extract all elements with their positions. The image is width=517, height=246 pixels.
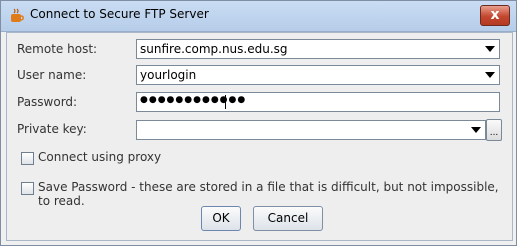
text-caret bbox=[225, 95, 226, 109]
close-icon: x bbox=[490, 7, 500, 23]
ok-button[interactable]: OK bbox=[201, 206, 241, 231]
remote-host-combobox[interactable]: sunfire.comp.nus.edu.sg bbox=[136, 39, 500, 59]
dialog-window: Connect to Secure FTP Server x Remote ho… bbox=[0, 0, 517, 246]
password-mask: ●●●●●●●●●●●● bbox=[140, 95, 247, 105]
cancel-button[interactable]: Cancel bbox=[253, 206, 323, 231]
proxy-checkbox[interactable] bbox=[21, 152, 34, 165]
remote-host-label: Remote host: bbox=[17, 42, 98, 56]
user-name-combobox[interactable]: yourlogin bbox=[136, 65, 500, 85]
dialog-content: Remote host: sunfire.comp.nus.edu.sg Use… bbox=[6, 32, 513, 241]
chevron-down-icon[interactable] bbox=[471, 127, 481, 133]
user-name-label: User name: bbox=[17, 68, 87, 82]
password-label: Password: bbox=[17, 95, 78, 109]
title-bar[interactable]: Connect to Secure FTP Server x bbox=[1, 1, 516, 32]
window-title: Connect to Secure FTP Server bbox=[30, 7, 209, 21]
user-name-value: yourlogin bbox=[140, 68, 197, 82]
java-app-icon bbox=[11, 8, 24, 22]
chevron-down-icon[interactable] bbox=[485, 46, 495, 52]
save-password-checkbox[interactable] bbox=[21, 182, 34, 195]
close-button[interactable]: x bbox=[480, 5, 510, 26]
password-field[interactable]: ●●●●●●●●●●●● bbox=[136, 92, 500, 112]
private-key-label: Private key: bbox=[17, 122, 87, 136]
chevron-down-icon[interactable] bbox=[485, 72, 495, 78]
remote-host-value: sunfire.comp.nus.edu.sg bbox=[140, 42, 288, 56]
save-password-checkbox-label[interactable]: Save Password - these are stored in a fi… bbox=[38, 180, 512, 208]
browse-label: ... bbox=[489, 128, 499, 138]
browse-button[interactable]: ... bbox=[486, 119, 502, 141]
proxy-checkbox-label[interactable]: Connect using proxy bbox=[38, 150, 161, 164]
private-key-combobox[interactable] bbox=[136, 120, 486, 140]
